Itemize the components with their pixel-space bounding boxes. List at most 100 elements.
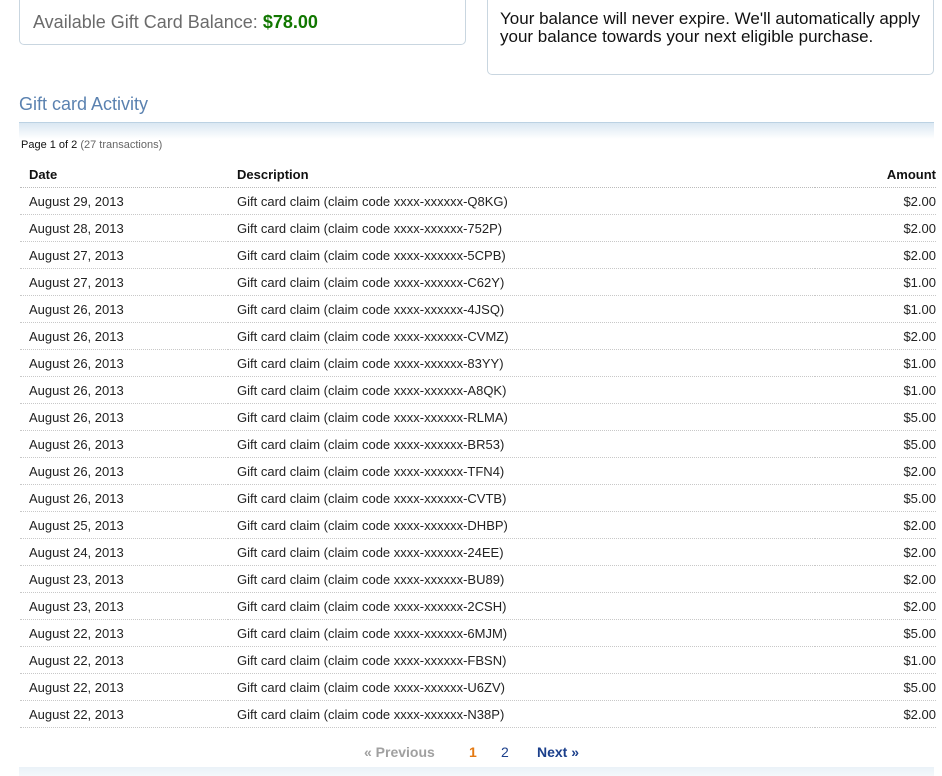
row-description: Gift card claim (claim code xxxx-xxxxxx-… bbox=[228, 268, 815, 296]
row-amount: $5.00 bbox=[814, 619, 936, 647]
table-header-row: Date Description Amount bbox=[20, 162, 936, 188]
row-amount: $5.00 bbox=[814, 484, 936, 512]
expire-notice-text: Your balance will never expire. We'll au… bbox=[500, 9, 920, 46]
row-amount: $5.00 bbox=[814, 673, 936, 701]
row-date: August 26, 2013 bbox=[20, 403, 228, 431]
row-date: August 22, 2013 bbox=[20, 673, 228, 701]
row-description: Gift card claim (claim code xxxx-xxxxxx-… bbox=[228, 457, 815, 485]
column-header-amount: Amount bbox=[814, 162, 936, 188]
row-description: Gift card claim (claim code xxxx-xxxxxx-… bbox=[228, 484, 815, 512]
bottom-divider bbox=[19, 767, 934, 776]
transaction-count: (27 transactions) bbox=[80, 139, 163, 151]
row-description: Gift card claim (claim code xxxx-xxxxxx-… bbox=[228, 214, 815, 242]
row-date: August 26, 2013 bbox=[20, 376, 228, 404]
row-description: Gift card claim (claim code xxxx-xxxxxx-… bbox=[228, 403, 815, 431]
row-date: August 23, 2013 bbox=[20, 565, 228, 593]
row-amount: $5.00 bbox=[814, 430, 936, 458]
balance-box: Available Gift Card Balance: $78.00 bbox=[19, 0, 466, 45]
row-description: Gift card claim (claim code xxxx-xxxxxx-… bbox=[228, 349, 815, 377]
table-row: August 29, 2013 Gift card claim (claim co… bbox=[20, 187, 936, 215]
table-row: August 22, 2013 Gift card claim (claim co… bbox=[20, 619, 936, 647]
row-date: August 25, 2013 bbox=[20, 511, 228, 539]
row-date: August 27, 2013 bbox=[20, 268, 228, 296]
page-2-link[interactable]: 2 bbox=[501, 744, 509, 760]
row-amount: $2.00 bbox=[814, 511, 936, 539]
row-description: Gift card claim (claim code xxxx-xxxxxx-… bbox=[228, 511, 815, 539]
row-date: August 26, 2013 bbox=[20, 349, 228, 377]
table-row: August 26, 2013 Gift card claim (claim co… bbox=[20, 349, 936, 377]
table-row: August 26, 2013 Gift card claim (claim co… bbox=[20, 376, 936, 404]
table-row: August 27, 2013 Gift card claim (claim co… bbox=[20, 268, 936, 296]
column-header-date: Date bbox=[20, 162, 228, 188]
balance-label-text: Available Gift Card Balance: bbox=[33, 12, 258, 32]
section-divider bbox=[19, 122, 934, 139]
row-date: August 24, 2013 bbox=[20, 538, 228, 566]
row-description: Gift card claim (claim code xxxx-xxxxxx-… bbox=[228, 430, 815, 458]
page-indicator: Page 1 of 2 bbox=[21, 139, 78, 151]
activity-table: Date Description Amount August 29, 2013 G… bbox=[20, 162, 936, 728]
pagination: « Previous 1 2 Next » bbox=[19, 744, 934, 762]
table-row: August 28, 2013 Gift card claim (claim co… bbox=[20, 214, 936, 242]
row-date: August 26, 2013 bbox=[20, 322, 228, 350]
row-amount: $2.00 bbox=[814, 214, 936, 242]
next-page-link[interactable]: Next » bbox=[537, 744, 579, 760]
row-amount: $2.00 bbox=[814, 565, 936, 593]
row-description: Gift card claim (claim code xxxx-xxxxxx-… bbox=[228, 241, 815, 269]
table-row: August 22, 2013 Gift card claim (claim co… bbox=[20, 673, 936, 701]
row-description: Gift card claim (claim code xxxx-xxxxxx-… bbox=[228, 565, 815, 593]
table-row: August 23, 2013 Gift card claim (claim co… bbox=[20, 592, 936, 620]
activity-table-body: August 29, 2013 Gift card claim (claim co… bbox=[20, 187, 936, 728]
row-amount: $1.00 bbox=[814, 349, 936, 377]
row-amount: $1.00 bbox=[814, 646, 936, 674]
row-description: Gift card claim (claim code xxxx-xxxxxx-… bbox=[228, 322, 815, 350]
table-row: August 26, 2013 Gift card claim (claim co… bbox=[20, 295, 936, 323]
row-amount: $2.00 bbox=[814, 700, 936, 728]
column-header-description: Description bbox=[228, 162, 815, 188]
table-row: August 26, 2013 Gift card claim (claim co… bbox=[20, 484, 936, 512]
balance-amount: $78.00 bbox=[262, 12, 318, 32]
expire-notice-box: Your balance will never expire. We'll au… bbox=[487, 0, 934, 75]
row-description: Gift card claim (claim code xxxx-xxxxxx-… bbox=[228, 592, 815, 620]
row-date: August 26, 2013 bbox=[20, 430, 228, 458]
row-amount: $2.00 bbox=[814, 457, 936, 485]
row-date: August 26, 2013 bbox=[20, 484, 228, 512]
row-description: Gift card claim (claim code xxxx-xxxxxx-… bbox=[228, 673, 815, 701]
row-amount: $1.00 bbox=[814, 376, 936, 404]
row-description: Gift card claim (claim code xxxx-xxxxxx-… bbox=[228, 187, 815, 215]
table-row: August 25, 2013 Gift card claim (claim co… bbox=[20, 511, 936, 539]
section-title: Gift card Activity bbox=[19, 94, 149, 114]
row-amount: $5.00 bbox=[814, 403, 936, 431]
row-description: Gift card claim (claim code xxxx-xxxxxx-… bbox=[228, 619, 815, 647]
row-amount: $1.00 bbox=[814, 295, 936, 323]
row-date: August 29, 2013 bbox=[20, 187, 228, 215]
row-amount: $2.00 bbox=[814, 592, 936, 620]
row-amount: $2.00 bbox=[814, 538, 936, 566]
page-1-current: 1 bbox=[469, 744, 477, 760]
row-date: August 26, 2013 bbox=[20, 295, 228, 323]
row-description: Gift card claim (claim code xxxx-xxxxxx-… bbox=[228, 538, 815, 566]
table-row: August 27, 2013 Gift card claim (claim co… bbox=[20, 241, 936, 269]
row-date: August 22, 2013 bbox=[20, 646, 228, 674]
row-description: Gift card claim (claim code xxxx-xxxxxx-… bbox=[228, 646, 815, 674]
table-row: August 26, 2013 Gift card claim (claim co… bbox=[20, 322, 936, 350]
previous-page-link: « Previous bbox=[364, 744, 435, 760]
page-info: Page 1 of 2 (27 transactions) bbox=[21, 139, 162, 151]
table-row: August 22, 2013 Gift card claim (claim co… bbox=[20, 646, 936, 674]
row-date: August 22, 2013 bbox=[20, 700, 228, 728]
balance-label: Available Gift Card Balance: $78.00 bbox=[33, 12, 318, 33]
table-row: August 26, 2013 Gift card claim (claim co… bbox=[20, 457, 936, 485]
row-amount: $1.00 bbox=[814, 268, 936, 296]
row-description: Gift card claim (claim code xxxx-xxxxxx-… bbox=[228, 295, 815, 323]
table-row: August 22, 2013 Gift card claim (claim co… bbox=[20, 700, 936, 728]
table-row: August 24, 2013 Gift card claim (claim co… bbox=[20, 538, 936, 566]
table-row: August 26, 2013 Gift card claim (claim co… bbox=[20, 403, 936, 431]
row-description: Gift card claim (claim code xxxx-xxxxxx-… bbox=[228, 700, 815, 728]
row-amount: $2.00 bbox=[814, 241, 936, 269]
row-amount: $2.00 bbox=[814, 322, 936, 350]
table-row: August 26, 2013 Gift card claim (claim co… bbox=[20, 430, 936, 458]
row-description: Gift card claim (claim code xxxx-xxxxxx-… bbox=[228, 376, 815, 404]
row-date: August 22, 2013 bbox=[20, 619, 228, 647]
table-row: August 23, 2013 Gift card claim (claim co… bbox=[20, 565, 936, 593]
row-date: August 26, 2013 bbox=[20, 457, 228, 485]
row-date: August 28, 2013 bbox=[20, 214, 228, 242]
